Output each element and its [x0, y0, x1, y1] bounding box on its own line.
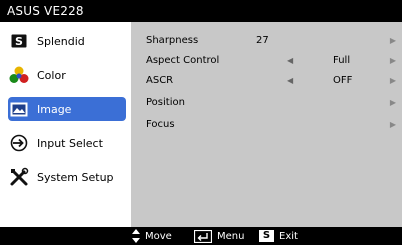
sidebar-item-color[interactable]: Color [8, 63, 126, 87]
sidebar-item-label: Image [37, 102, 72, 116]
exit-label: Exit [279, 230, 298, 242]
chevron-left-icon[interactable]: ◀ [287, 74, 293, 88]
monitor-model-title: ASUS VE228 [0, 0, 402, 22]
exit-hint: S Exit [259, 227, 298, 245]
setting-label: ASCR [146, 75, 174, 86]
sidebar-item-label: Splendid [37, 34, 85, 48]
enter-key-icon [194, 229, 212, 243]
input-select-icon [8, 132, 30, 154]
sidebar-item-label: Color [37, 68, 66, 82]
setting-label: Sharpness [146, 35, 199, 46]
sidebar-item-label: Input Select [37, 136, 103, 150]
wrench-screwdriver-icon [8, 166, 30, 188]
s-box-icon: S [8, 30, 30, 52]
chevron-right-icon: ▶ [389, 120, 396, 129]
sidebar-item-system-setup[interactable]: System Setup [8, 165, 126, 189]
ascr-value: OFF [333, 75, 353, 86]
menu-hint: Menu [194, 227, 244, 245]
menu-label: Menu [217, 230, 245, 242]
sidebar-item-splendid[interactable]: S Splendid [8, 29, 126, 53]
settings-panel: Sharpness 27 ▶ Aspect Control ◀ Full ▶ A… [131, 22, 402, 227]
sidebar: S Splendid Color Image Input Select Syst… [0, 22, 131, 227]
move-label: Move [145, 230, 172, 242]
aspect-control-value: Full [333, 55, 351, 66]
sidebar-item-label: System Setup [37, 170, 114, 184]
chevron-right-icon: ▶ [389, 36, 396, 45]
chevron-right-icon[interactable]: ▶ [390, 54, 396, 68]
sharpness-value: 27 [256, 35, 269, 46]
svg-text:S: S [15, 35, 23, 48]
setting-label: Focus [146, 119, 175, 130]
chevron-left-icon[interactable]: ◀ [287, 54, 293, 68]
osd-window: ASUS VE228 S Splendid Color Image Input … [0, 0, 402, 245]
s-key-icon: S [259, 230, 274, 242]
s-key-label: S [262, 230, 271, 241]
sidebar-item-input-select[interactable]: Input Select [8, 131, 126, 155]
setting-label: Aspect Control [146, 55, 220, 66]
color-triangle-icon [8, 64, 30, 86]
key-hint-bar: Move Menu S Exit [0, 227, 402, 245]
sidebar-item-image[interactable]: Image [8, 97, 126, 121]
chevron-right-icon[interactable]: ▶ [390, 74, 396, 88]
setting-label: Position [146, 97, 185, 108]
up-down-arrows-icon [132, 229, 140, 243]
image-icon [8, 98, 30, 120]
move-hint: Move [132, 227, 172, 245]
chevron-right-icon: ▶ [389, 98, 396, 107]
